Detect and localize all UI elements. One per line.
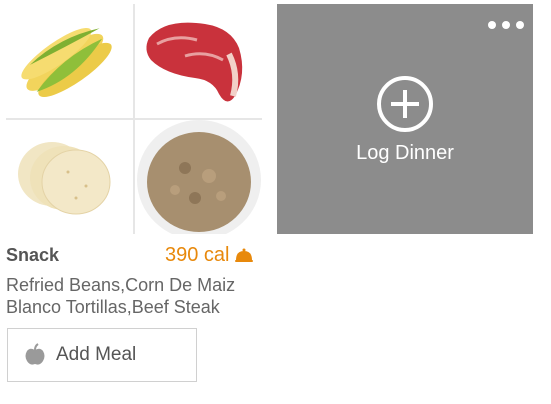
apple-icon — [24, 343, 46, 367]
snack-meal-card: Snack 390 cal Refried Beans,Corn De Maiz… — [0, 0, 270, 404]
tortillas-photo — [6, 120, 133, 234]
more-options-icon[interactable] — [487, 18, 525, 30]
log-dinner-label: Log Dinner — [356, 142, 454, 164]
meal-type-label: Snack — [6, 245, 60, 265]
beef-steak-photo — [135, 4, 262, 118]
corn-icon — [21, 27, 112, 97]
add-circle-icon — [375, 74, 435, 134]
cloche-icon — [234, 246, 254, 266]
tortillas-icon — [18, 142, 111, 215]
meal-foods-list: Refried Beans,Corn De Maiz Blanco Tortil… — [6, 275, 236, 317]
add-meal-button[interactable]: Add Meal — [7, 328, 197, 382]
grid-divider-horizontal — [6, 118, 262, 120]
corn-photo — [6, 4, 133, 118]
log-dinner-tile[interactable]: Log Dinner — [277, 4, 533, 234]
beef-steak-icon — [146, 22, 243, 102]
refried-beans-photo — [135, 120, 262, 234]
refried-beans-icon — [135, 120, 262, 234]
meal-photo-grid[interactable] — [6, 4, 262, 234]
calorie-count: 390 cal — [165, 244, 230, 266]
calorie-badge: 390 cal — [165, 244, 254, 267]
add-meal-label: Add Meal — [56, 344, 137, 365]
